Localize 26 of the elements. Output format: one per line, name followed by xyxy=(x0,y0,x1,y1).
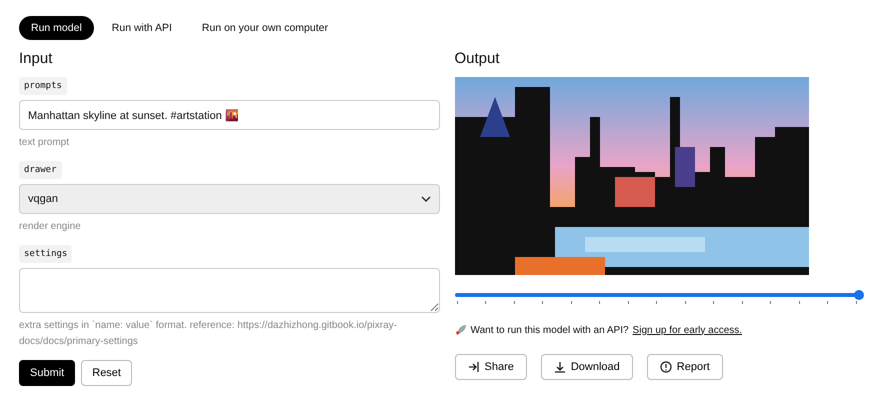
signup-link[interactable]: Sign up for early access. xyxy=(632,324,742,336)
drawer-select[interactable]: vqgan xyxy=(19,184,440,214)
form-button[interactable]: Reset xyxy=(81,360,132,386)
tab[interactable]: Run with API xyxy=(100,16,184,40)
output-button[interactable]: Download xyxy=(540,354,633,380)
output-button[interactable]: Share xyxy=(454,354,527,380)
info-icon xyxy=(660,361,672,373)
slider-thumb[interactable] xyxy=(854,290,864,300)
output-heading: Output xyxy=(454,50,501,67)
tab[interactable]: Run on your own computer xyxy=(190,16,340,40)
rocket-icon xyxy=(454,324,466,336)
field-hint: extra settings in `name: value` format. reference: https://dazhizhong.gitbook.io/pixray-docs/docs/primary-settings xyxy=(19,319,398,349)
form-button[interactable]: Submit xyxy=(19,360,76,386)
field-label: prompts xyxy=(19,77,67,95)
prompt-input[interactable]: Manhattan skyline at sunset. #artstation 🌇 xyxy=(19,100,440,130)
field-hint: text prompt xyxy=(19,136,70,150)
share-icon xyxy=(468,361,480,373)
field-label: settings xyxy=(19,245,72,263)
chevron-down-icon xyxy=(420,195,430,203)
api-note: Want to run this model with an API? xyxy=(470,324,629,336)
download-icon xyxy=(554,361,566,373)
output-button[interactable]: Report xyxy=(646,354,723,380)
tab[interactable]: Run model xyxy=(19,16,94,40)
field-label: drawer xyxy=(19,161,62,179)
input-heading: Input xyxy=(19,50,54,67)
field-hint: render engine xyxy=(19,220,82,234)
